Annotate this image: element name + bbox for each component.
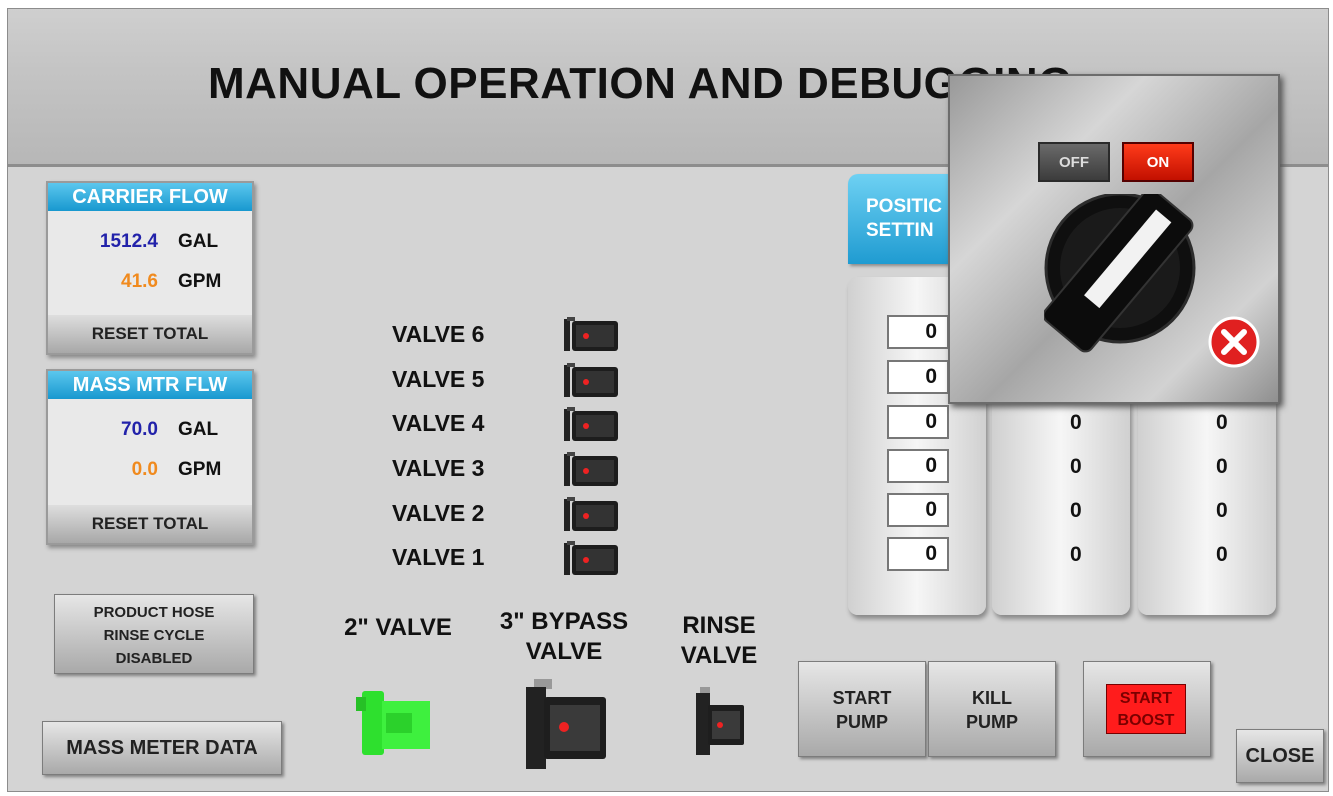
- bypass-valve-icon[interactable]: [520, 679, 608, 769]
- mass-meter-rate-unit: GPM: [178, 459, 222, 480]
- start-pump-button[interactable]: START PUMP: [798, 661, 926, 757]
- carrier-flow-total-unit: GAL: [178, 231, 219, 252]
- carrier-flow-rate-unit: GPM: [178, 271, 222, 292]
- col2-value-valve-4: 0: [1070, 411, 1082, 434]
- mass-meter-flow-title: MASS MTR FLW: [48, 371, 252, 399]
- bypass-valve-label-line1: 3" BYPASS: [499, 608, 629, 635]
- mass-meter-total-unit: GAL: [178, 419, 219, 440]
- close-button[interactable]: CLOSE: [1236, 729, 1324, 783]
- col3-value-valve-3: 0: [1216, 455, 1228, 478]
- col2-value-valve-2: 0: [1070, 499, 1082, 522]
- selector-switch-popup: OFF ON: [948, 74, 1280, 404]
- position-settings-tab-line1: POSITIC: [866, 196, 943, 217]
- mass-meter-rate-value: 0.0: [131, 459, 158, 480]
- valve-5-label: VALVE 5: [392, 366, 485, 392]
- valve-3-position-input[interactable]: 0: [887, 449, 949, 483]
- rinse-cycle-status[interactable]: PRODUCT HOSE RINSE CYCLE DISABLED: [54, 594, 254, 674]
- col3-value-valve-4: 0: [1216, 411, 1228, 434]
- valve-3-label: VALVE 3: [392, 455, 485, 481]
- carrier-flow-total-row: 1512.4 GAL: [48, 227, 252, 257]
- start-boost-label-line2: BOOST: [1117, 712, 1175, 729]
- rinse-valve-label: RINSE VALVE: [664, 611, 774, 671]
- page-title: MANUAL OPERATION AND DEBUGGING: [208, 59, 1073, 108]
- two-inch-valve-icon[interactable]: [356, 687, 432, 759]
- valve-3-icon[interactable]: [562, 452, 620, 488]
- carrier-flow-total-value: 1512.4: [99, 231, 158, 252]
- position-settings-tab-line2: SETTIN: [866, 220, 934, 241]
- rinse-status-line3: DISABLED: [115, 650, 193, 667]
- valve-6-label: VALVE 6: [392, 321, 485, 347]
- switch-on-label: ON: [1122, 142, 1194, 182]
- bypass-valve-label: 3" BYPASS VALVE: [484, 607, 644, 667]
- valve-4-icon[interactable]: [562, 407, 620, 443]
- valve-1-icon[interactable]: [562, 541, 620, 577]
- mass-meter-reset-button[interactable]: RESET TOTAL: [48, 505, 252, 543]
- valve-2-position-input[interactable]: 0: [887, 493, 949, 527]
- rinse-valve-icon[interactable]: [694, 687, 746, 757]
- mass-meter-rate-row: 0.0 GPM: [48, 455, 252, 485]
- col2-value-valve-1: 0: [1070, 543, 1082, 566]
- col3-value-valve-1: 0: [1216, 543, 1228, 566]
- start-boost-label-line1: START: [1119, 690, 1173, 707]
- valve-2-icon[interactable]: [562, 497, 620, 533]
- kill-pump-label-line1: KILL: [972, 688, 1012, 708]
- mass-meter-data-button[interactable]: MASS METER DATA: [42, 721, 282, 775]
- kill-pump-button[interactable]: KILL PUMP: [928, 661, 1056, 757]
- carrier-flow-rate-row: 41.6 GPM: [48, 267, 252, 297]
- mass-meter-flow-panel: MASS MTR FLW 70.0 GAL 0.0 GPM RESET TOTA…: [46, 369, 254, 545]
- valve-4-position-input[interactable]: 0: [887, 405, 949, 439]
- rinse-status-line1: PRODUCT HOSE: [93, 604, 215, 621]
- rinse-status-line2: RINSE CYCLE: [103, 627, 205, 644]
- start-pump-label-line2: PUMP: [835, 712, 888, 732]
- valve-6-icon[interactable]: [562, 317, 620, 353]
- valve-5-position-input[interactable]: 0: [887, 360, 949, 394]
- start-boost-button[interactable]: START BOOST: [1083, 661, 1211, 757]
- carrier-flow-reset-button[interactable]: RESET TOTAL: [48, 315, 252, 353]
- valve-1-position-input[interactable]: 0: [887, 537, 949, 571]
- carrier-flow-panel: CARRIER FLOW 1512.4 GAL 41.6 GPM RESET T…: [46, 181, 254, 355]
- hmi-window: MANUAL OPERATION AND DEBUGGING CARRIER F…: [7, 8, 1329, 792]
- valve-5-icon[interactable]: [562, 363, 620, 399]
- valve-6-position-input[interactable]: 0: [887, 315, 949, 349]
- col2-value-valve-3: 0: [1070, 455, 1082, 478]
- start-pump-label-line1: START: [832, 688, 892, 708]
- valve-4-label: VALVE 4: [392, 410, 485, 436]
- valve-2-label: VALVE 2: [392, 500, 485, 526]
- close-icon[interactable]: [1208, 316, 1260, 368]
- two-inch-valve-label: 2" VALVE: [344, 614, 452, 641]
- switch-off-label: OFF: [1038, 142, 1110, 182]
- kill-pump-label-line2: PUMP: [965, 712, 1018, 732]
- col3-value-valve-2: 0: [1216, 499, 1228, 522]
- rinse-valve-label-line1: RINSE: [682, 612, 756, 639]
- valve-1-label: VALVE 1: [392, 544, 485, 570]
- mass-meter-total-value: 70.0: [121, 419, 158, 440]
- carrier-flow-rate-value: 41.6: [121, 271, 158, 292]
- start-boost-indicator: START BOOST: [1106, 684, 1186, 734]
- rinse-valve-label-line2: VALVE: [680, 642, 758, 669]
- carrier-flow-title: CARRIER FLOW: [48, 183, 252, 211]
- bypass-valve-label-line2: VALVE: [525, 638, 603, 665]
- mass-meter-total-row: 70.0 GAL: [48, 415, 252, 445]
